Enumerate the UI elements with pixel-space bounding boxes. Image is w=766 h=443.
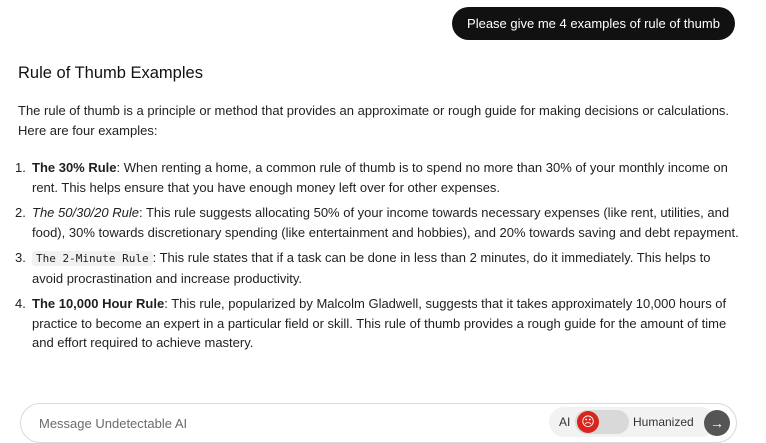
sad-face-icon[interactable]: ☹	[577, 411, 599, 433]
list-item: 3. The 2-Minute Rule: This rule states t…	[15, 248, 740, 288]
rule-name: The 10,000 Hour Rule	[32, 296, 165, 311]
list-number: 4.	[15, 296, 26, 311]
toggle-label-humanized: Humanized	[633, 415, 694, 429]
response-intro: The rule of thumb is a principle or meth…	[18, 103, 730, 138]
toggle-label-ai: AI	[559, 415, 571, 429]
list-number: 3.	[15, 250, 26, 265]
list-item: 4. The 10,000 Hour Rule: This rule, popu…	[15, 294, 740, 353]
list-number: 2.	[15, 205, 26, 220]
toggle-track[interactable]: ☹	[575, 410, 629, 434]
arrow-right-icon: →	[710, 415, 724, 431]
rules-list: 1. The 30% Rule: When renting a home, a …	[15, 158, 740, 353]
rule-name: The 30% Rule	[32, 160, 117, 175]
response-title: Rule of Thumb Examples	[18, 64, 203, 82]
rule-text: : When renting a home, a common rule of …	[32, 160, 728, 195]
rule-name: The 2-Minute Rule	[32, 251, 153, 266]
message-composer: AI ☹ Humanized →	[20, 403, 737, 443]
rule-name: The 50/30/20 Rule	[32, 205, 139, 220]
humanize-toggle[interactable]: AI ☹ Humanized	[549, 407, 716, 437]
message-input[interactable]	[37, 412, 521, 434]
list-item: 2. The 50/30/20 Rule: This rule suggests…	[15, 203, 740, 242]
list-number: 1.	[15, 160, 26, 175]
send-button[interactable]: →	[704, 410, 730, 436]
list-item: 1. The 30% Rule: When renting a home, a …	[15, 158, 740, 197]
user-message-bubble: Please give me 4 examples of rule of thu…	[452, 7, 735, 40]
rule-text: : This rule suggests allocating 50% of y…	[32, 205, 739, 240]
assistant-response: Rule of Thumb Examples The rule of thumb…	[15, 64, 740, 359]
